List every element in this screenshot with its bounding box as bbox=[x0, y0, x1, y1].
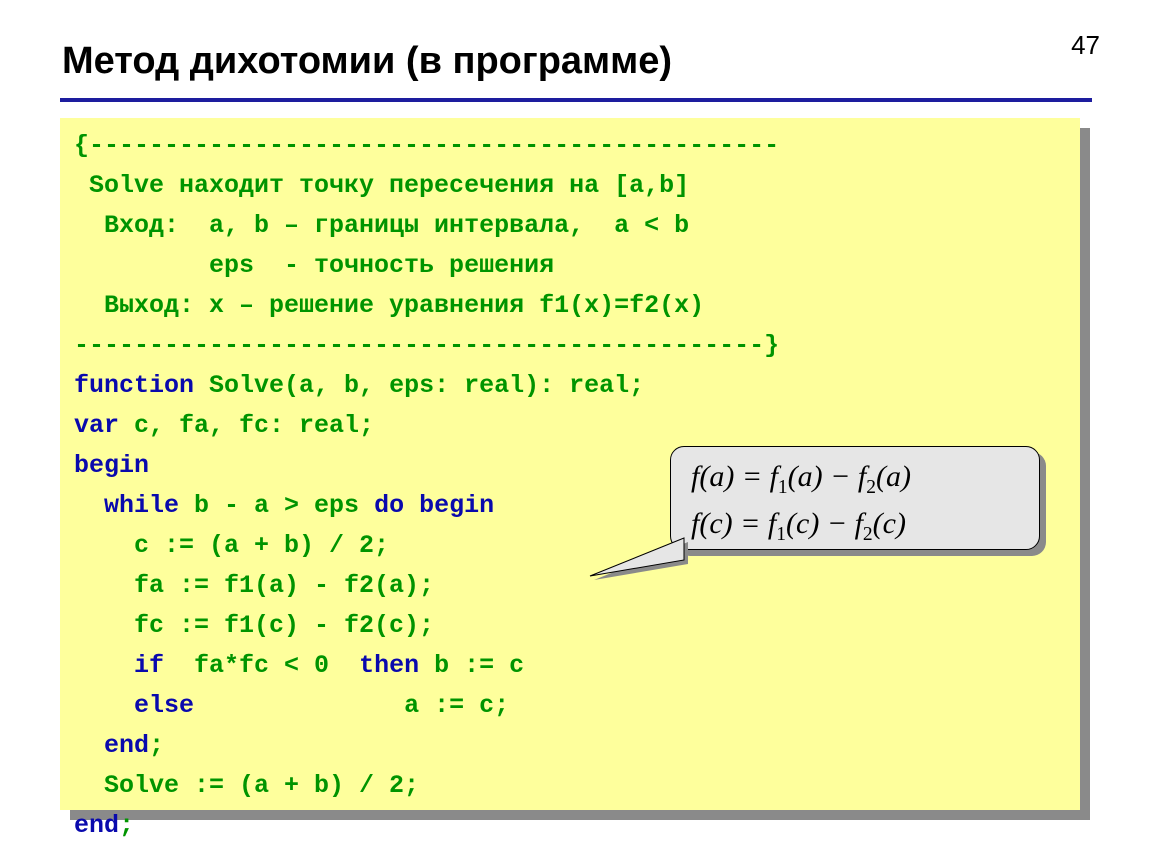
keyword-function: function bbox=[74, 371, 194, 400]
code-line: ----------------------------------------… bbox=[74, 331, 779, 360]
code-line: b := c bbox=[419, 651, 524, 680]
code-line: Solve находит точку пересечения на [a,b] bbox=[74, 171, 689, 200]
formula-callout: f(a) = f1(a) − f2(a) f(c) = f1(c) − f2(c… bbox=[670, 446, 1040, 550]
keyword-var: var bbox=[74, 411, 119, 440]
keyword-do-begin: do begin bbox=[374, 491, 494, 520]
keyword-begin: begin bbox=[74, 451, 149, 480]
code-line: ; bbox=[119, 811, 134, 840]
slide: 47 Метод дихотомии (в программе) {------… bbox=[0, 0, 1150, 864]
code-block: {---------------------------------------… bbox=[60, 118, 1080, 810]
keyword-then: then bbox=[359, 651, 419, 680]
code-line: Solve := (a + b) / 2; bbox=[74, 771, 419, 800]
code-indent bbox=[74, 691, 134, 720]
formula-line-2: f(c) = f1(c) − f2(c) bbox=[691, 502, 1021, 549]
code-line: Выход: x – решение уравнения f1(x)=f2(x) bbox=[74, 291, 704, 320]
formula-callout-box: f(a) = f1(a) − f2(a) f(c) = f1(c) − f2(c… bbox=[670, 446, 1040, 550]
code-indent bbox=[74, 491, 104, 520]
keyword-if: if bbox=[134, 651, 164, 680]
code-line: eps - точность решения bbox=[74, 251, 554, 280]
code-block-box: {---------------------------------------… bbox=[60, 118, 1080, 810]
code-line: {---------------------------------------… bbox=[74, 131, 779, 160]
code-line: fa := f1(a) - f2(a); bbox=[74, 571, 434, 600]
code-indent bbox=[74, 651, 134, 680]
code-line: Вход: a, b – границы интервала, a < b bbox=[74, 211, 689, 240]
keyword-else: else bbox=[134, 691, 194, 720]
code-line: Solve(a, b, eps: real): real; bbox=[194, 371, 644, 400]
code-line: ; bbox=[149, 731, 164, 760]
callout-tail-icon bbox=[580, 536, 690, 586]
code-indent bbox=[74, 731, 104, 760]
code-line: b - a > eps bbox=[179, 491, 374, 520]
keyword-end: end bbox=[74, 811, 119, 840]
code-line: c := (a + b) / 2; bbox=[74, 531, 389, 560]
code-line: c, fa, fc: real; bbox=[119, 411, 374, 440]
code-line: a := c; bbox=[194, 691, 509, 720]
page-number: 47 bbox=[1071, 30, 1100, 61]
keyword-while: while bbox=[104, 491, 179, 520]
formula-line-1: f(a) = f1(a) − f2(a) bbox=[691, 455, 1021, 502]
code-line: fc := f1(c) - f2(c); bbox=[74, 611, 434, 640]
page-title: Метод дихотомии (в программе) bbox=[62, 40, 672, 83]
keyword-end: end bbox=[104, 731, 149, 760]
code-line: fa*fc < 0 bbox=[164, 651, 359, 680]
divider bbox=[60, 98, 1092, 102]
